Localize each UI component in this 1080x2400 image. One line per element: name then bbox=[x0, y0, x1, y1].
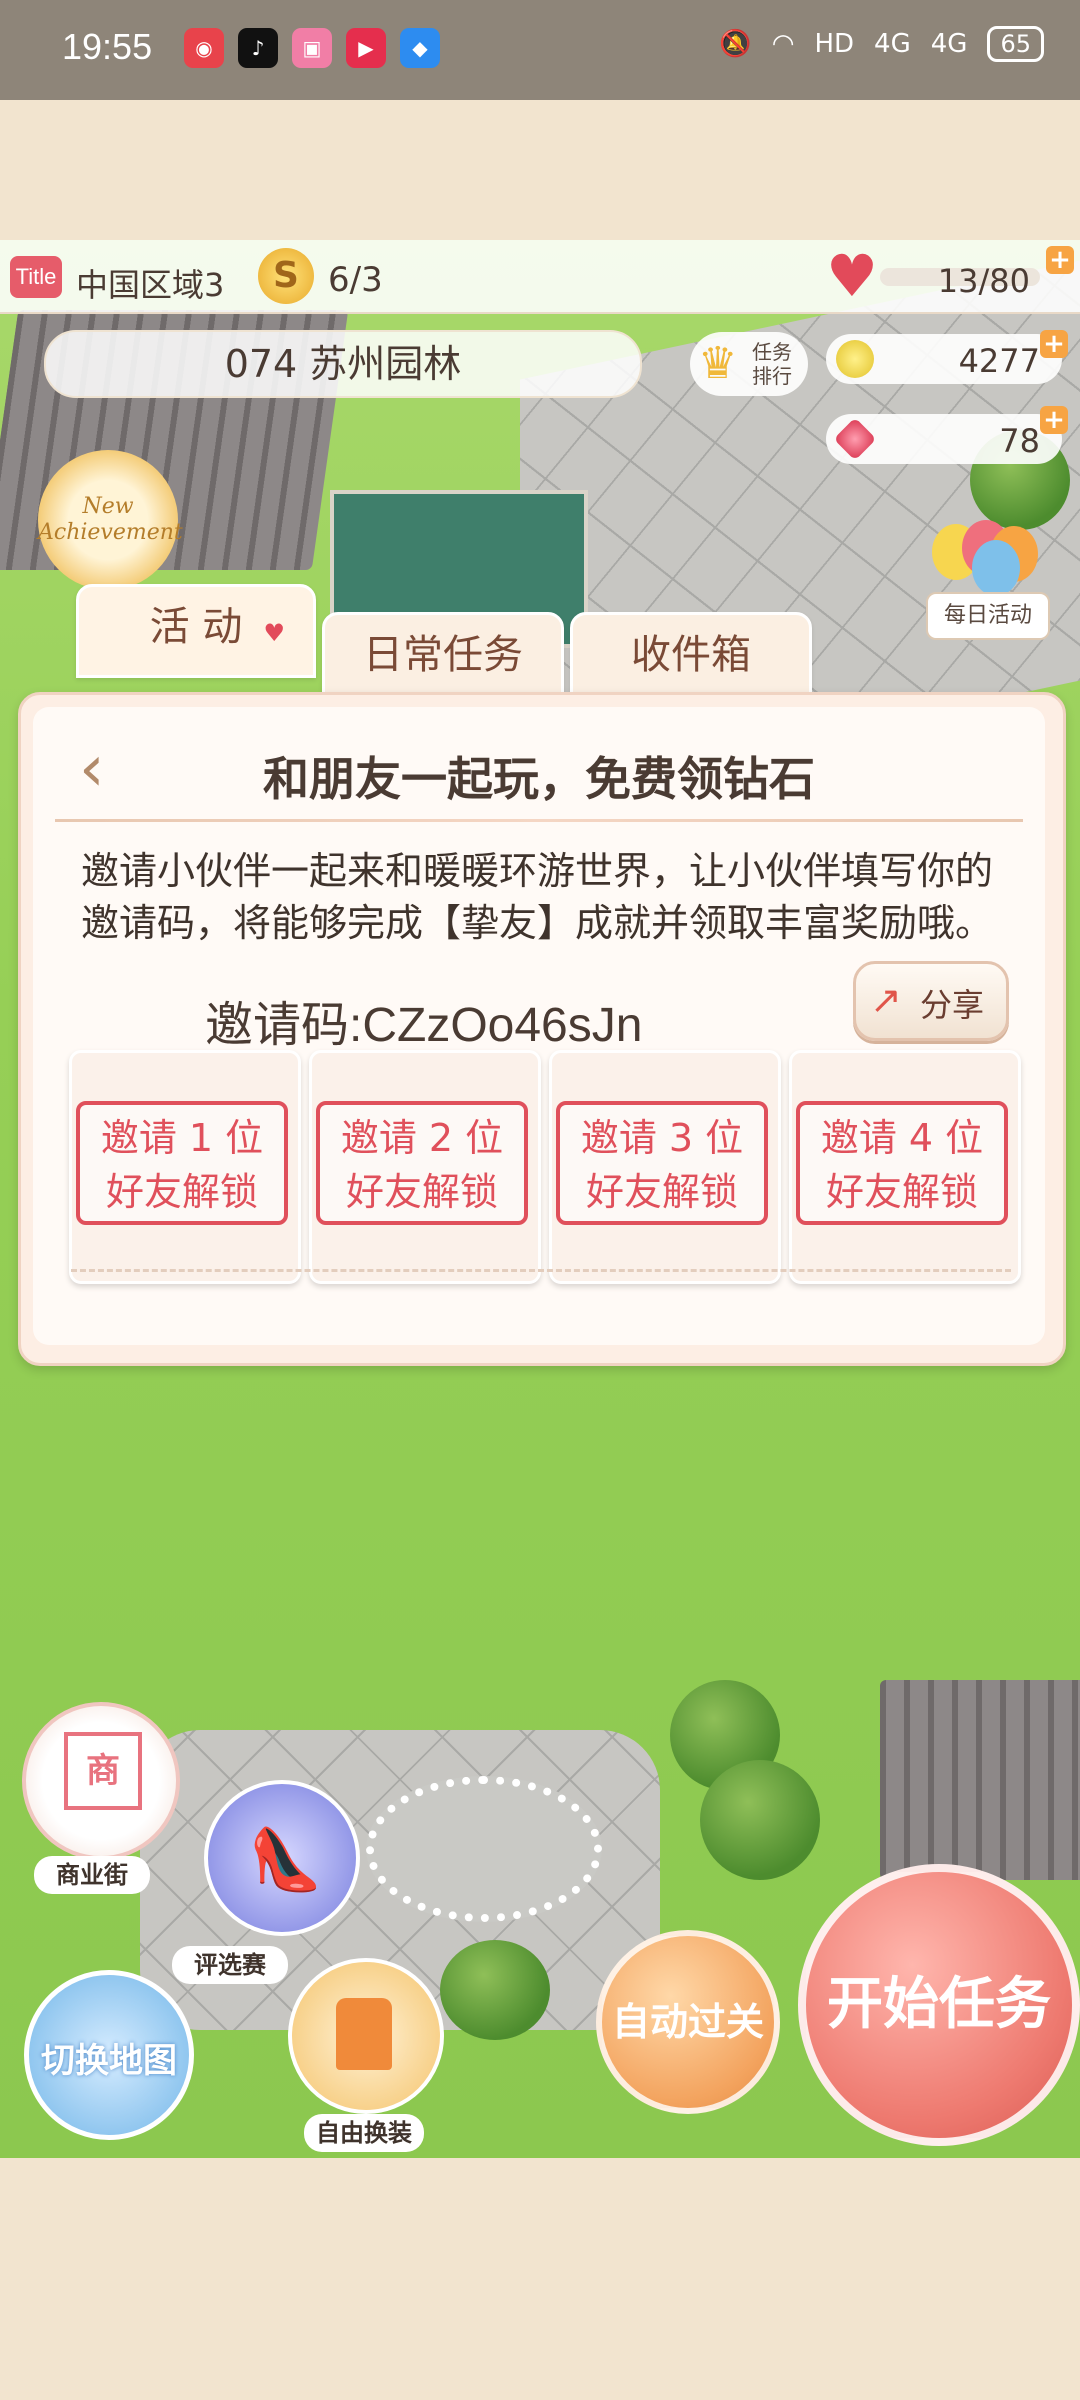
stamina-count: 6/3 bbox=[328, 260, 383, 300]
video-app-icon: ◆ bbox=[400, 28, 440, 68]
coins-pill: 4277 bbox=[826, 334, 1062, 384]
tree bbox=[700, 1760, 820, 1880]
unlock-requirement: 邀请 1 位 好友解锁 bbox=[76, 1101, 288, 1225]
gems-pill: 78 bbox=[826, 414, 1062, 464]
new-achievement-badge[interactable]: New Achievement bbox=[38, 450, 183, 590]
auto-clear-button[interactable]: 自动过关 bbox=[596, 1930, 780, 2114]
unlock-line-1: 邀请 1 位 bbox=[100, 1116, 264, 1160]
unlock-line-1: 邀请 3 位 bbox=[580, 1116, 744, 1160]
share-label: 分享 bbox=[920, 986, 985, 1024]
unlock-line-1: 邀请 4 位 bbox=[820, 1116, 984, 1160]
tree bbox=[440, 1940, 550, 2040]
stamina-coin-icon: S bbox=[258, 248, 314, 304]
signal-1-label: 4G bbox=[874, 29, 911, 59]
dashed-divider bbox=[71, 1269, 1011, 1272]
tab-daily-tasks[interactable]: 日常任务 bbox=[322, 612, 564, 702]
add-gems-button[interactable]: + bbox=[1040, 406, 1068, 434]
tab-daily-tasks-label: 日常任务 bbox=[363, 632, 523, 678]
title-badge[interactable]: Title bbox=[10, 256, 62, 298]
dialog-content: ‹ 和朋友一起玩，免费领钻石 邀请小伙伴一起来和暖暖环游世界，让小伙伴填写你的邀… bbox=[33, 707, 1045, 1345]
roof-right bbox=[880, 1680, 1080, 1880]
top-letterbox bbox=[0, 100, 1080, 240]
daily-activity-label: 每日活动 bbox=[926, 592, 1050, 640]
status-bar: 19:55 ◉ ♪ ▣ ▶ ◆ 🔕 ◠ HD 4G 4G 65 bbox=[0, 0, 1080, 100]
crown-icon: ♛ bbox=[698, 338, 738, 389]
free-dressup-button[interactable] bbox=[288, 1958, 444, 2114]
share-button[interactable]: ↗ 分享 bbox=[853, 961, 1009, 1041]
unlock-line-1: 邀请 2 位 bbox=[340, 1116, 504, 1160]
diamond-icon bbox=[833, 417, 877, 461]
app-icon-1: ◉ bbox=[184, 28, 224, 68]
tiktok-icon: ♪ bbox=[238, 28, 278, 68]
dialog-title: 和朋友一起玩，免费领钻石 bbox=[263, 752, 815, 806]
title-divider bbox=[55, 819, 1023, 822]
unlock-line-2: 好友解锁 bbox=[105, 1170, 258, 1214]
invite-friends-dialog: ‹ 和朋友一起玩，免费领钻石 邀请小伙伴一起来和暖暖环游世界，让小伙伴填写你的邀… bbox=[18, 692, 1066, 1366]
free-dressup-label: 自由换装 bbox=[304, 2114, 424, 2152]
battery-indicator: 65 bbox=[987, 26, 1044, 62]
balloons-icon bbox=[932, 520, 1042, 596]
add-coins-button[interactable]: + bbox=[1040, 330, 1068, 358]
reward-slot-4[interactable]: 邀请 4 位 好友解锁 bbox=[789, 1050, 1021, 1284]
gems-value: 78 bbox=[999, 422, 1040, 460]
notification-icons: ◉ ♪ ▣ ▶ ◆ bbox=[184, 28, 440, 68]
game-viewport[interactable]: Title 中国区域3 S 6/3 ♥ 13/80 + 074 苏州园林 ♛ 任… bbox=[0, 240, 1080, 2158]
gold-coin-icon bbox=[836, 340, 874, 378]
unlock-line-2: 好友解锁 bbox=[585, 1170, 738, 1214]
switch-map-label: 切换地图 bbox=[41, 2041, 177, 2081]
mute-icon: 🔕 bbox=[719, 29, 752, 59]
unlock-line-2: 好友解锁 bbox=[345, 1170, 498, 1214]
heart-count: 13/80 bbox=[937, 262, 1030, 300]
hud-bar: Title 中国区域3 S 6/3 ♥ 13/80 + bbox=[0, 240, 1080, 314]
shopping-street-label: 商业街 bbox=[34, 1856, 150, 1894]
reward-slot-3[interactable]: 邀请 3 位 好友解锁 bbox=[549, 1050, 781, 1284]
tab-activity[interactable]: 活 动 ♥ bbox=[76, 584, 316, 678]
shop-icon: 商 bbox=[64, 1732, 142, 1810]
daily-activity-button[interactable]: 每日活动 bbox=[926, 520, 1050, 660]
level-title: 074 苏州园林 bbox=[44, 330, 642, 398]
hd-badge: HD bbox=[814, 29, 855, 59]
video-play-icon: ▶ bbox=[346, 28, 386, 68]
shopping-street-button[interactable]: 商 bbox=[22, 1702, 180, 1860]
stage-platform bbox=[366, 1776, 602, 1922]
achievement-label: New Achievement bbox=[38, 494, 183, 545]
start-task-button[interactable]: 开始任务 bbox=[798, 1864, 1080, 2146]
tab-inbox[interactable]: 收件箱 bbox=[570, 612, 812, 702]
unlock-line-2: 好友解锁 bbox=[825, 1170, 978, 1214]
signal-2-label: 4G bbox=[930, 29, 968, 59]
tab-activity-label: 活 动 bbox=[149, 604, 243, 650]
reward-slot-2[interactable]: 邀请 2 位 好友解锁 bbox=[309, 1050, 541, 1284]
region-label: 中国区域3 bbox=[76, 266, 225, 304]
heart-icon: ♥ bbox=[826, 242, 878, 310]
contest-button[interactable]: 👠 bbox=[204, 1780, 360, 1936]
add-hearts-button[interactable]: + bbox=[1046, 246, 1074, 274]
coins-value: 4277 bbox=[958, 342, 1040, 380]
glass-slipper-icon: 👠 bbox=[248, 1825, 323, 1895]
wifi-icon: ◠ bbox=[771, 29, 795, 59]
bilibili-icon: ▣ bbox=[292, 28, 332, 68]
task-rank-button[interactable]: ♛ 任务排行 bbox=[690, 332, 808, 396]
reward-slot-1[interactable]: 邀请 1 位 好友解锁 bbox=[69, 1050, 301, 1284]
dress-icon bbox=[336, 1998, 392, 2070]
status-time: 19:55 bbox=[62, 26, 153, 67]
heart-badge-icon: ♥ bbox=[263, 619, 285, 647]
invite-description: 邀请小伙伴一起来和暖暖环游世界，让小伙伴填写你的邀请码，将能够完成【挚友】成就并… bbox=[81, 849, 994, 945]
task-rank-label: 任务排行 bbox=[752, 340, 792, 388]
share-icon: ↗ bbox=[870, 978, 902, 1022]
unlock-requirement: 邀请 2 位 好友解锁 bbox=[316, 1101, 528, 1225]
invite-code: 邀请码:CZzOo46sJn bbox=[205, 999, 643, 1052]
switch-map-button[interactable]: 切换地图 bbox=[24, 1970, 194, 2140]
tab-inbox-label: 收件箱 bbox=[631, 632, 751, 678]
unlock-requirement: 邀请 4 位 好友解锁 bbox=[796, 1101, 1008, 1225]
contest-label: 评选赛 bbox=[172, 1946, 288, 1984]
reward-slots: 邀请 1 位 好友解锁 邀请 2 位 好友解锁 邀请 3 位 好友解锁 邀请 4… bbox=[69, 1050, 1021, 1284]
status-indicators: 🔕 ◠ HD 4G 4G 65 bbox=[719, 26, 1044, 62]
bottom-letterbox bbox=[0, 2158, 1080, 2400]
unlock-requirement: 邀请 3 位 好友解锁 bbox=[556, 1101, 768, 1225]
